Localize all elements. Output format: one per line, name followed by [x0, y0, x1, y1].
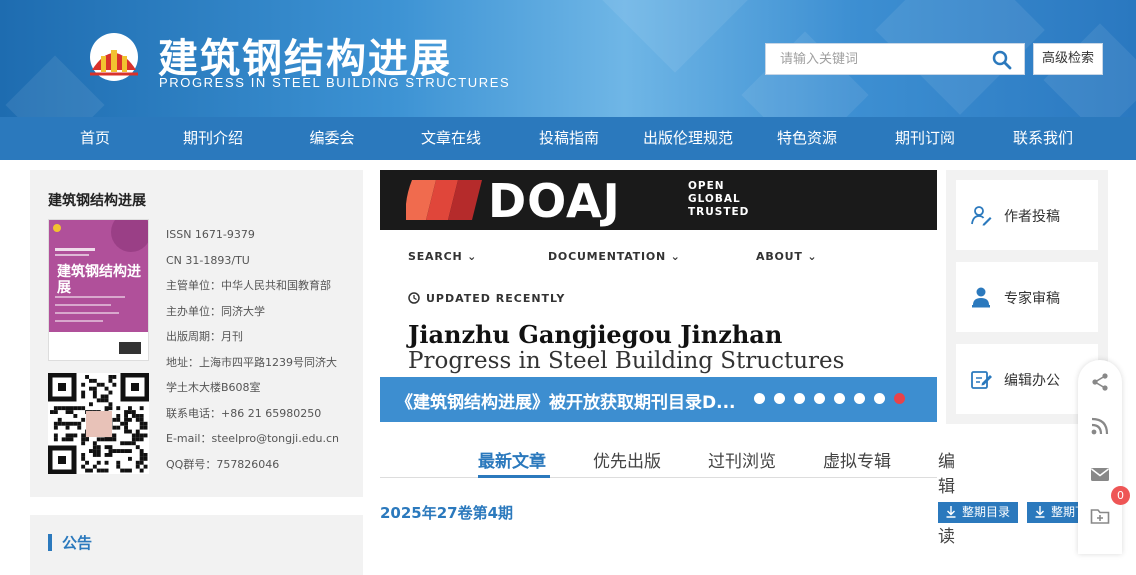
floating-toolbar: [1078, 360, 1122, 554]
info-address-cont: 学土木大楼B608室: [166, 381, 261, 394]
doaj-logo-icon: [406, 180, 482, 220]
tab-editor-picks[interactable]: 编辑荐读: [938, 447, 955, 547]
reviewer-icon: [972, 287, 990, 308]
chevron-down-icon: ⌄: [467, 250, 478, 263]
carousel-dot-4[interactable]: [814, 393, 825, 404]
rss-icon: [1091, 417, 1109, 435]
journal-cover[interactable]: 建筑钢结构进展: [48, 219, 149, 361]
expert-review-label: 专家审稿: [1004, 291, 1060, 307]
tab-active-underline: [478, 475, 550, 478]
banner-carousel[interactable]: DOAJ OPEN GLOBAL TRUSTED SEARCH ⌄ DOCUME…: [380, 170, 937, 422]
search-icon[interactable]: [992, 50, 1012, 70]
rss-button[interactable]: [1078, 404, 1122, 448]
banner-journal-pinyin: Jianzhu Gangjiegou Jinzhan: [408, 320, 783, 349]
nav-item-articles-online[interactable]: 文章在线: [408, 117, 494, 160]
carousel-dot-1[interactable]: [754, 393, 765, 404]
chevron-down-icon: ⌄: [807, 250, 818, 263]
editor-office-card[interactable]: 编辑办公: [956, 344, 1098, 414]
nav-item-publication-ethics[interactable]: 出版伦理规范: [636, 117, 740, 160]
doaj-menu-documentation-label: DOCUMENTATION: [548, 250, 667, 263]
notice-accent-bar: [48, 534, 52, 551]
carousel-dot-7[interactable]: [874, 393, 885, 404]
info-address: 地址：上海市四平路1239号同济大: [166, 355, 337, 369]
issue-toc-label: 整期目录: [962, 505, 1011, 519]
doaj-header-bar: DOAJ OPEN GLOBAL TRUSTED: [380, 170, 937, 230]
main-nav: 首页 期刊介绍 编委会 文章在线 投稿指南 出版伦理规范 特色资源 期刊订阅 联…: [0, 117, 1136, 160]
carousel-dot-3[interactable]: [794, 393, 805, 404]
info-frequency: 出版周期：月刊: [166, 330, 243, 343]
info-qq-group: QQ群号：757826046: [166, 457, 280, 471]
nav-item-subscription[interactable]: 期刊订阅: [882, 117, 968, 160]
info-email[interactable]: E-mail：steelpro@tongji.edu.cn: [166, 426, 356, 452]
expert-review-card[interactable]: 专家审稿: [956, 262, 1098, 332]
doaj-tag-open: OPEN: [688, 180, 725, 192]
edit-document-icon: [971, 371, 992, 389]
share-button[interactable]: [1078, 360, 1122, 404]
updated-recently-label: UPDATED RECENTLY: [426, 292, 566, 305]
updated-recently: UPDATED RECENTLY: [408, 292, 565, 305]
journal-info-list: ISSN 1671-9379 CN 31-1893/TU 主管单位：中华人民共和…: [166, 222, 356, 477]
author-submission-card[interactable]: 作者投稿: [956, 180, 1098, 250]
tab-latest-articles[interactable]: 最新文章: [478, 447, 546, 472]
carousel-dot-5[interactable]: [834, 393, 845, 404]
info-supervisor: 主管单位：中华人民共和国教育部: [166, 279, 331, 292]
qr-code-icon: [48, 373, 149, 474]
nav-item-contact-us[interactable]: 联系我们: [1000, 117, 1086, 160]
chevron-down-icon: ⌄: [670, 250, 681, 263]
clock-icon: [408, 292, 420, 304]
editor-office-label: 编辑办公: [1004, 373, 1060, 389]
issue-download-button[interactable]: 整期下载: [1027, 502, 1078, 523]
download-icon: [1035, 506, 1045, 518]
share-icon: [1092, 373, 1108, 391]
doaj-tagline: OPEN GLOBAL TRUSTED: [688, 180, 749, 219]
article-tabs: 最新文章 优先出版 过刊浏览 虚拟专辑 编辑荐读: [380, 440, 955, 547]
doaj-tag-global: GLOBAL: [688, 193, 741, 205]
search-box: [765, 43, 1025, 75]
nav-item-home[interactable]: 首页: [60, 117, 130, 160]
doaj-menu-about: ABOUT ⌄: [756, 250, 817, 263]
favorites-count-badge: 0: [1111, 486, 1130, 505]
notice-title: 公告: [62, 534, 93, 552]
carousel-dot-2[interactable]: [774, 393, 785, 404]
tab-virtual-collections[interactable]: 虚拟专辑: [823, 447, 891, 472]
nav-item-special-resources[interactable]: 特色资源: [764, 117, 850, 160]
info-issn: ISSN 1671-9379: [166, 228, 255, 241]
doaj-tag-trusted: TRUSTED: [688, 206, 750, 218]
notice-card: 公告: [30, 515, 363, 575]
doaj-menu-documentation: DOCUMENTATION ⌄: [548, 250, 681, 263]
cover-title: 建筑钢结构进展: [57, 264, 141, 296]
folder-plus-icon: [1090, 509, 1110, 524]
tab-online-first[interactable]: 优先出版: [593, 447, 661, 472]
author-submission-label: 作者投稿: [1004, 209, 1060, 225]
carousel-dot-6[interactable]: [854, 393, 865, 404]
info-phone: 联系电话：+86 21 65980250: [166, 406, 322, 420]
advanced-search-button[interactable]: 高级检索: [1033, 43, 1103, 75]
journal-card-title: 建筑钢结构进展: [48, 193, 146, 209]
doaj-menu-search-label: SEARCH: [408, 250, 463, 263]
banner-caption[interactable]: 《建筑钢结构进展》被开放获取期刊目录D...: [396, 388, 736, 413]
site-title-en: PROGRESS IN STEEL BUILDING STRUCTURES: [159, 75, 511, 90]
journal-logo-icon[interactable]: [84, 30, 144, 84]
nav-item-submission-guide[interactable]: 投稿指南: [526, 117, 612, 160]
issue-title: 2025年27卷第4期: [380, 504, 514, 522]
site-header: 建筑钢结构进展 PROGRESS IN STEEL BUILDING STRUC…: [0, 0, 1136, 117]
journal-info-card: 建筑钢结构进展 建筑钢结构进展 ISSN 1671-9379 CN 31-189…: [30, 170, 363, 497]
nav-item-journal-intro[interactable]: 期刊介绍: [170, 117, 256, 160]
carousel-dot-8[interactable]: [894, 393, 905, 404]
download-icon: [946, 506, 956, 518]
doaj-menu-about-label: ABOUT: [756, 250, 803, 263]
doaj-menu-search: SEARCH ⌄: [408, 250, 477, 263]
issue-download-label: 整期下载: [1051, 505, 1078, 519]
author-pen-icon: [971, 206, 992, 226]
nav-item-editorial-board[interactable]: 编委会: [296, 117, 368, 160]
banner-journal-english: Progress in Steel Building Structures: [408, 348, 845, 374]
info-sponsor: 主办单位：同济大学: [166, 304, 265, 318]
search-input[interactable]: [766, 44, 986, 74]
mail-icon: [1091, 468, 1109, 481]
tab-back-issues[interactable]: 过刊浏览: [708, 447, 776, 472]
issue-toc-button[interactable]: 整期目录: [938, 502, 1018, 523]
doaj-wordmark: DOAJ: [488, 174, 621, 228]
info-cn: CN 31-1893/TU: [166, 253, 250, 267]
